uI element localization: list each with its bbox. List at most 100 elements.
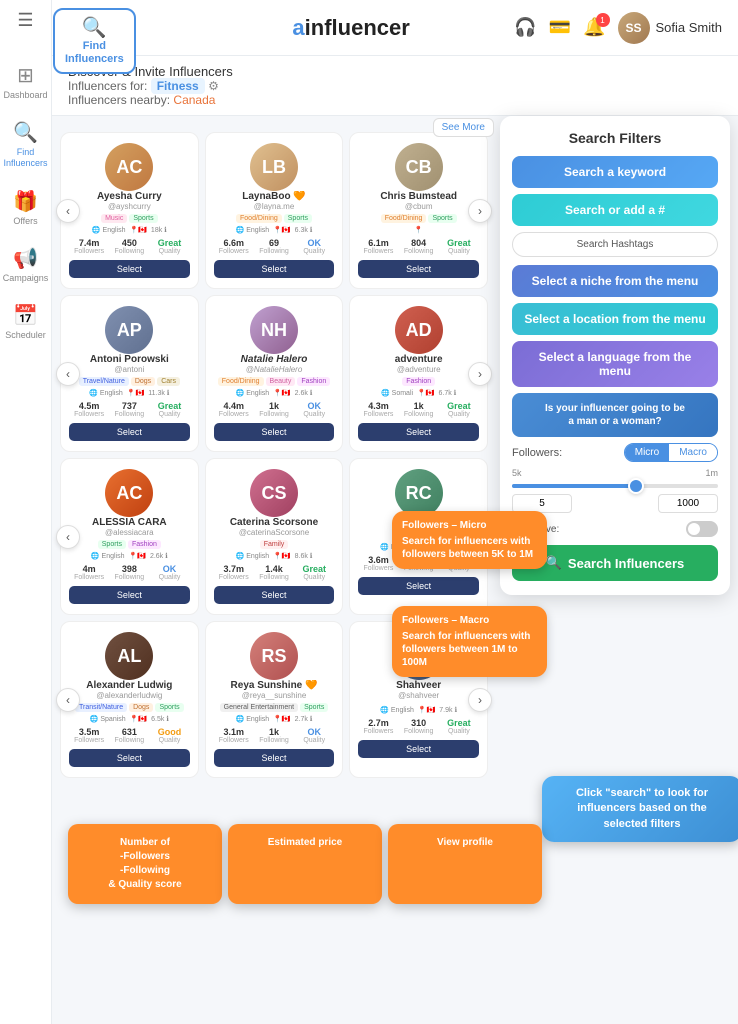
influencer-card-reya: RS Reya Sunshine 🧡 @reya__sunshine Gener… bbox=[205, 621, 344, 778]
card-name-caterina: Caterina Scorsone bbox=[214, 517, 335, 528]
card-name-alexander: Alexander Ludwig bbox=[69, 680, 190, 691]
tag-sports3: Sports bbox=[428, 214, 456, 223]
user-avatar: SS bbox=[618, 12, 650, 44]
language-filter-btn[interactable]: Select a language from the menu bbox=[512, 341, 718, 387]
click-search-tooltip: Click "search" to look for influencers b… bbox=[542, 776, 738, 842]
select-btn-row2c3[interactable]: Select bbox=[358, 423, 479, 441]
niche-filter-btn[interactable]: Select a niche from the menu bbox=[512, 265, 718, 297]
avatar-caterina: CS bbox=[250, 469, 298, 517]
card-handle-alexander: @alexanderludwig bbox=[69, 691, 190, 700]
main-content: Discover & Invite Influencers Influencer… bbox=[52, 0, 738, 904]
row4-next-arrow[interactable]: › bbox=[468, 688, 492, 712]
menu-icon[interactable]: ☰ bbox=[17, 10, 33, 31]
fitness-badge[interactable]: Fitness bbox=[151, 78, 205, 94]
influencer-card-alexander: AL Alexander Ludwig @alexanderludwig Tra… bbox=[60, 621, 199, 778]
micro-option[interactable]: Micro bbox=[625, 444, 669, 461]
gear-icon[interactable]: ⚙ bbox=[208, 79, 219, 93]
influencer-row-2: ‹ AP Antoni Porowski @antoni Travel/Natu… bbox=[60, 295, 488, 452]
nearby-location[interactable]: Canada bbox=[173, 93, 215, 107]
dashboard-icon: ⊞ bbox=[17, 63, 34, 88]
search-hashtags-btn[interactable]: Search Hashtags bbox=[512, 232, 718, 257]
gender-filter-btn[interactable]: Is your influencer going to bea man or a… bbox=[512, 393, 718, 437]
range-high-input[interactable] bbox=[658, 494, 718, 513]
card-handle-Antoni: @antoni bbox=[69, 365, 190, 374]
notification-icon[interactable]: 🔔 1 bbox=[583, 17, 605, 38]
avatar-ayesha: AC bbox=[105, 143, 153, 191]
select-btn-shahveer[interactable]: Select bbox=[358, 740, 479, 758]
offers-icon: 🎁 bbox=[13, 189, 38, 214]
view-profile-callout[interactable]: View profile bbox=[388, 824, 542, 904]
row2-prev-arrow[interactable]: ‹ bbox=[56, 362, 80, 386]
card-name-row2c3: adventure bbox=[358, 354, 479, 365]
sidebar-item-dashboard[interactable]: ⊞ Dashboard bbox=[0, 55, 51, 108]
select-btn-alexander[interactable]: Select bbox=[69, 749, 190, 767]
nearby: Influencers nearby: Canada bbox=[68, 93, 722, 107]
row1-prev-arrow[interactable]: ‹ bbox=[56, 199, 80, 223]
micro-macro-toggle: Micro Macro bbox=[624, 443, 718, 462]
select-btn-alessia[interactable]: Select bbox=[69, 586, 190, 604]
avatar-alessia: AC bbox=[105, 469, 153, 517]
range-thumb-left[interactable] bbox=[628, 478, 644, 494]
card-name-layna: LaynaBoo 🧡 bbox=[214, 191, 335, 202]
discover-title: Discover & Invite Influencers bbox=[68, 64, 722, 79]
influencer-row-1: ‹ AC Ayesha Curry @ayshcurry Music Sport… bbox=[60, 132, 488, 289]
followers-label: Followers: bbox=[512, 447, 562, 459]
select-btn-row3c3[interactable]: Select bbox=[358, 577, 479, 595]
stats-label: Number of-Followers-Following& Quality s… bbox=[108, 837, 181, 890]
price-label: Estimated price bbox=[268, 837, 342, 848]
select-btn-Antoni[interactable]: Select bbox=[69, 423, 190, 441]
row3-prev-arrow[interactable]: ‹ bbox=[56, 525, 80, 549]
user-avatar-area[interactable]: SS Sofia Smith bbox=[618, 12, 722, 44]
see-more-button[interactable]: See More bbox=[433, 118, 494, 137]
add-hash-filter-btn[interactable]: Search or add a # bbox=[512, 194, 718, 226]
row4-prev-arrow[interactable]: ‹ bbox=[56, 688, 80, 712]
scheduler-icon: 📅 bbox=[13, 303, 38, 328]
sidebar-item-find[interactable]: 🔍 Find Influencers bbox=[0, 112, 51, 177]
avatar-layna: LB bbox=[250, 143, 298, 191]
card-name-alessia: ALESSIA CARA bbox=[69, 517, 190, 528]
range-max-label: 1m bbox=[705, 468, 718, 478]
find-search-icon: 🔍 bbox=[82, 16, 107, 40]
find-influencers-button[interactable]: 🔍 FindInfluencers bbox=[53, 8, 136, 74]
avatar-natalie: NH bbox=[250, 306, 298, 354]
select-btn-caterina[interactable]: Select bbox=[214, 586, 335, 604]
macro-option[interactable]: Macro bbox=[669, 444, 717, 461]
influencer-card-ayesha: AC Ayesha Curry @ayshcurry Music Sports … bbox=[60, 132, 199, 289]
notif-badge: 1 bbox=[596, 13, 610, 27]
filters-title: Search Filters bbox=[512, 130, 718, 146]
card-name-natalie: Natalie Halero bbox=[214, 354, 335, 365]
card-handle-row2c3: @adventure bbox=[358, 365, 479, 374]
card-name-Antoni: Antoni Porowski bbox=[69, 354, 190, 365]
auto-save-toggle[interactable] bbox=[686, 521, 718, 537]
macro-tooltip-title: Followers – Macro bbox=[402, 614, 537, 627]
sidebar: ☰ ⊞ Dashboard 🔍 Find Influencers 🎁 Offer… bbox=[0, 0, 52, 1024]
click-search-body: Click "search" to look for influencers b… bbox=[554, 786, 730, 832]
sidebar-item-scheduler[interactable]: 📅 Scheduler bbox=[0, 295, 51, 348]
tag-dogs: Dogs bbox=[131, 377, 155, 386]
tag-sports: Sports bbox=[129, 214, 157, 223]
card-name-shahveer: Shahveer bbox=[358, 680, 479, 691]
row1-next-arrow[interactable]: › bbox=[468, 199, 492, 223]
card-icon[interactable]: 💳 bbox=[549, 17, 571, 38]
influencer-card-caterina: CS Caterina Scorsone @caterinaScorsone F… bbox=[205, 458, 344, 615]
select-btn-reya[interactable]: Select bbox=[214, 749, 335, 767]
range-min-label: 5k bbox=[512, 468, 522, 478]
view-profile-label: View profile bbox=[437, 837, 493, 848]
select-btn-ayesha[interactable]: Select bbox=[69, 260, 190, 278]
micro-tooltip-body: Search for influencers with followers be… bbox=[402, 535, 537, 561]
row2-next-arrow[interactable]: › bbox=[468, 362, 492, 386]
card-handle-shahveer: @shahveer bbox=[358, 691, 479, 700]
select-btn-chris[interactable]: Select bbox=[358, 260, 479, 278]
keyword-filter-btn[interactable]: Search a keyword bbox=[512, 156, 718, 188]
tag-music: Music bbox=[101, 214, 127, 223]
sidebar-item-campaigns[interactable]: 📢 Campaigns bbox=[0, 238, 51, 291]
card-handle-chris: @cbum bbox=[358, 202, 479, 211]
card-handle-ayesha: @ayshcurry bbox=[69, 202, 190, 211]
select-btn-natalie[interactable]: Select bbox=[214, 423, 335, 441]
select-btn-layna[interactable]: Select bbox=[214, 260, 335, 278]
sidebar-item-offers[interactable]: 🎁 Offers bbox=[0, 181, 51, 234]
find-icon: 🔍 bbox=[13, 120, 38, 145]
location-filter-btn[interactable]: Select a location from the menu bbox=[512, 303, 718, 335]
influencer-card-Antoni: AP Antoni Porowski @antoni Travel/Nature… bbox=[60, 295, 199, 452]
headphones-icon[interactable]: 🎧 bbox=[514, 17, 536, 38]
